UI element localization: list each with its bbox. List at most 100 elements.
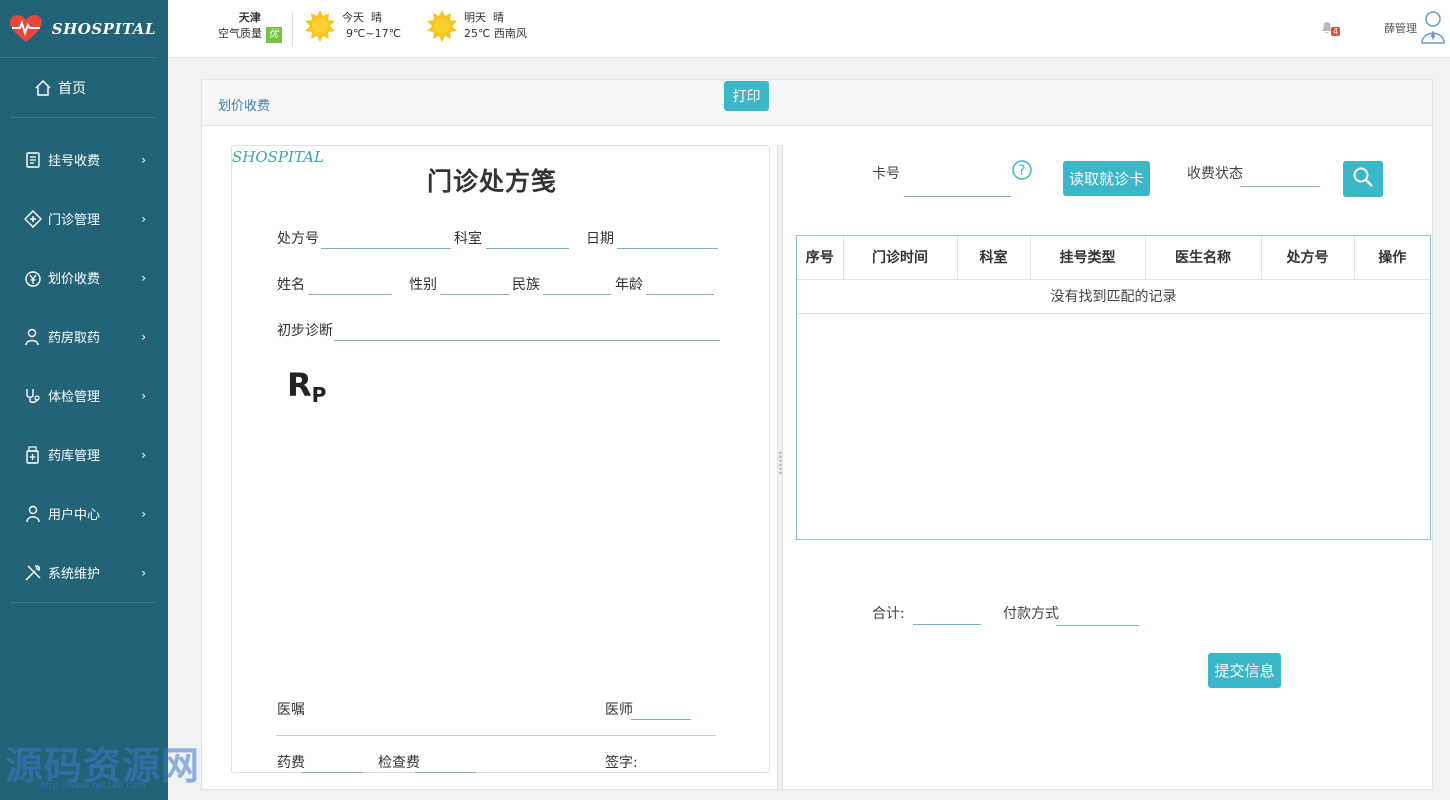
table-header-row: 序号 门诊时间 科室 挂号类型 医生名称 处方号 操作 [797, 236, 1430, 280]
notification-button[interactable]: 4 [1320, 20, 1340, 36]
chevron-right-icon: › [141, 270, 146, 285]
yuan-icon [25, 270, 41, 287]
brand-name: SHOSPITAL [51, 19, 156, 38]
sidebar-item-label: 药房取药 [48, 331, 101, 346]
rp-symbol: RP [287, 366, 326, 407]
chevron-right-icon: › [141, 152, 146, 167]
submit-button[interactable]: 提交信息 [1208, 653, 1281, 688]
column-header[interactable]: 挂号类型 [1030, 236, 1146, 280]
stethoscope-icon [26, 388, 40, 403]
today-day: 今天 [342, 11, 364, 24]
card-label: 卡号 [872, 166, 900, 182]
sidebar-item-outpatient[interactable]: 门诊管理 › [0, 189, 168, 248]
sidebar-item-drug-store[interactable]: 药库管理 › [0, 425, 168, 484]
sidebar-item-label: 门诊管理 [48, 213, 101, 228]
doctor-label: 医师 [605, 702, 633, 718]
chevron-right-icon: › [141, 211, 146, 226]
dept-label: 科室 [454, 231, 482, 247]
weather-city: 天津 空气质量 优 [218, 10, 282, 43]
search-icon [1353, 167, 1373, 187]
sidebar-item-registration-fee[interactable]: 挂号收费 › [0, 130, 168, 189]
exam-fee-field[interactable] [415, 772, 476, 773]
empty-message: 没有找到匹配的记录 [797, 279, 1430, 314]
column-header[interactable]: 医生名称 [1145, 236, 1262, 280]
read-card-button[interactable]: 读取就诊卡 [1063, 161, 1150, 196]
sidebar-item-home[interactable]: 首页 [10, 58, 156, 118]
exam-fee-label: 检查费 [378, 755, 420, 771]
payment-method-select[interactable] [1056, 625, 1139, 626]
svg-text:?: ? [1019, 164, 1026, 179]
name-label: 姓名 [277, 277, 305, 293]
charge-status-select[interactable] [1240, 186, 1320, 187]
home-icon [35, 79, 51, 96]
splitter-grip-icon[interactable]: • • • • • • [778, 450, 783, 482]
total-label: 合计: [872, 606, 905, 622]
sidebar-item-pricing[interactable]: 划价收费 › [0, 248, 168, 307]
print-button[interactable]: 打印 [724, 81, 769, 111]
doctor-field[interactable] [631, 719, 691, 720]
date-field[interactable] [617, 248, 718, 249]
sidebar-item-label: 用户中心 [48, 508, 101, 523]
advice-label: 医嘱 [277, 702, 305, 718]
rp-subscript: P [311, 383, 327, 407]
age-field[interactable] [646, 294, 714, 295]
dept-field[interactable] [486, 248, 569, 249]
column-header[interactable]: 操作 [1354, 236, 1430, 280]
rx-no-label: 处方号 [277, 231, 319, 247]
receipt-icon [26, 151, 40, 168]
brand[interactable]: SHOSPITAL [0, 0, 156, 58]
drug-fee-field[interactable] [302, 772, 363, 773]
prescription-logo: SHOSPITAL [232, 148, 324, 166]
sun-icon [305, 10, 335, 42]
table-row: 没有找到匹配的记录 [797, 279, 1430, 314]
sidebar-item-label: 药库管理 [48, 449, 101, 464]
sidebar-item-label: 体检管理 [48, 390, 101, 405]
ethnicity-label: 民族 [512, 277, 540, 293]
rp-letter: R [287, 366, 312, 404]
chevron-right-icon: › [141, 329, 146, 344]
sidebar-item-label: 挂号收费 [48, 154, 101, 169]
divider [292, 12, 293, 46]
help-icon[interactable]: ? [1012, 160, 1032, 180]
sidebar-nav-list: 挂号收费 › 门诊管理 › 划价收费 › 药房取药 › 体检管理 › 药库管理 … [0, 130, 168, 602]
sidebar: SHOSPITAL 首页 挂号收费 › 门诊管理 › 划价收费 › 药房取药 ›… [0, 0, 168, 800]
today-condition: 晴 [371, 11, 382, 24]
user-icon [26, 505, 40, 522]
heart-pulse-logo-icon [10, 14, 42, 42]
weather-tomorrow: 明天 晴 25℃ 西南风 [426, 10, 527, 42]
gender-field[interactable] [440, 294, 509, 295]
search-button[interactable] [1343, 161, 1383, 197]
sidebar-item-pharmacy[interactable]: 药房取药 › [0, 307, 168, 366]
chevron-right-icon: › [141, 447, 146, 462]
diagnosis-field[interactable] [334, 340, 720, 341]
total-field[interactable] [913, 624, 981, 625]
column-header[interactable]: 序号 [797, 236, 844, 280]
sidebar-item-label: 首页 [58, 80, 86, 97]
column-header[interactable]: 科室 [957, 236, 1031, 280]
prescription-form: SHOSPITAL 门诊处方笺 处方号 科室 日期 姓名 性别 民族 年龄 初步… [231, 145, 770, 773]
weather-today: 今天 晴 9℃~17℃ [304, 10, 401, 42]
name-field[interactable] [308, 294, 392, 295]
air-quality: 空气质量 优 [218, 26, 282, 43]
air-quality-label: 空气质量 [218, 27, 262, 40]
card-input[interactable] [904, 196, 1011, 197]
watermark-url: http://www.net188.com [40, 781, 146, 791]
avatar-icon[interactable] [1420, 10, 1446, 44]
payment-method-label: 付款方式 [1003, 606, 1059, 622]
sidebar-item-checkup[interactable]: 体检管理 › [0, 366, 168, 425]
medicine-bottle-icon [26, 445, 39, 464]
sidebar-item-system[interactable]: 系统维护 › [0, 543, 168, 602]
today-temp: 9℃~17℃ [346, 27, 401, 40]
column-header[interactable]: 门诊时间 [843, 236, 958, 280]
page-title: 划价收费 [218, 99, 271, 114]
chevron-right-icon: › [141, 388, 146, 403]
column-header[interactable]: 处方号 [1261, 236, 1355, 280]
rx-no-field[interactable] [321, 248, 451, 249]
ethnicity-field[interactable] [543, 294, 611, 295]
main-panel: 划价收费 打印 SHOSPITAL 门诊处方笺 处方号 科室 日期 姓名 性别 … [201, 79, 1433, 791]
charge-status-label: 收费状态 [1187, 166, 1243, 182]
panel-header: 划价收费 打印 [202, 80, 1432, 126]
diagnosis-label: 初步诊断 [277, 323, 333, 339]
user-name[interactable]: 薛管理 [1384, 20, 1417, 36]
sidebar-item-user-center[interactable]: 用户中心 › [0, 484, 168, 543]
